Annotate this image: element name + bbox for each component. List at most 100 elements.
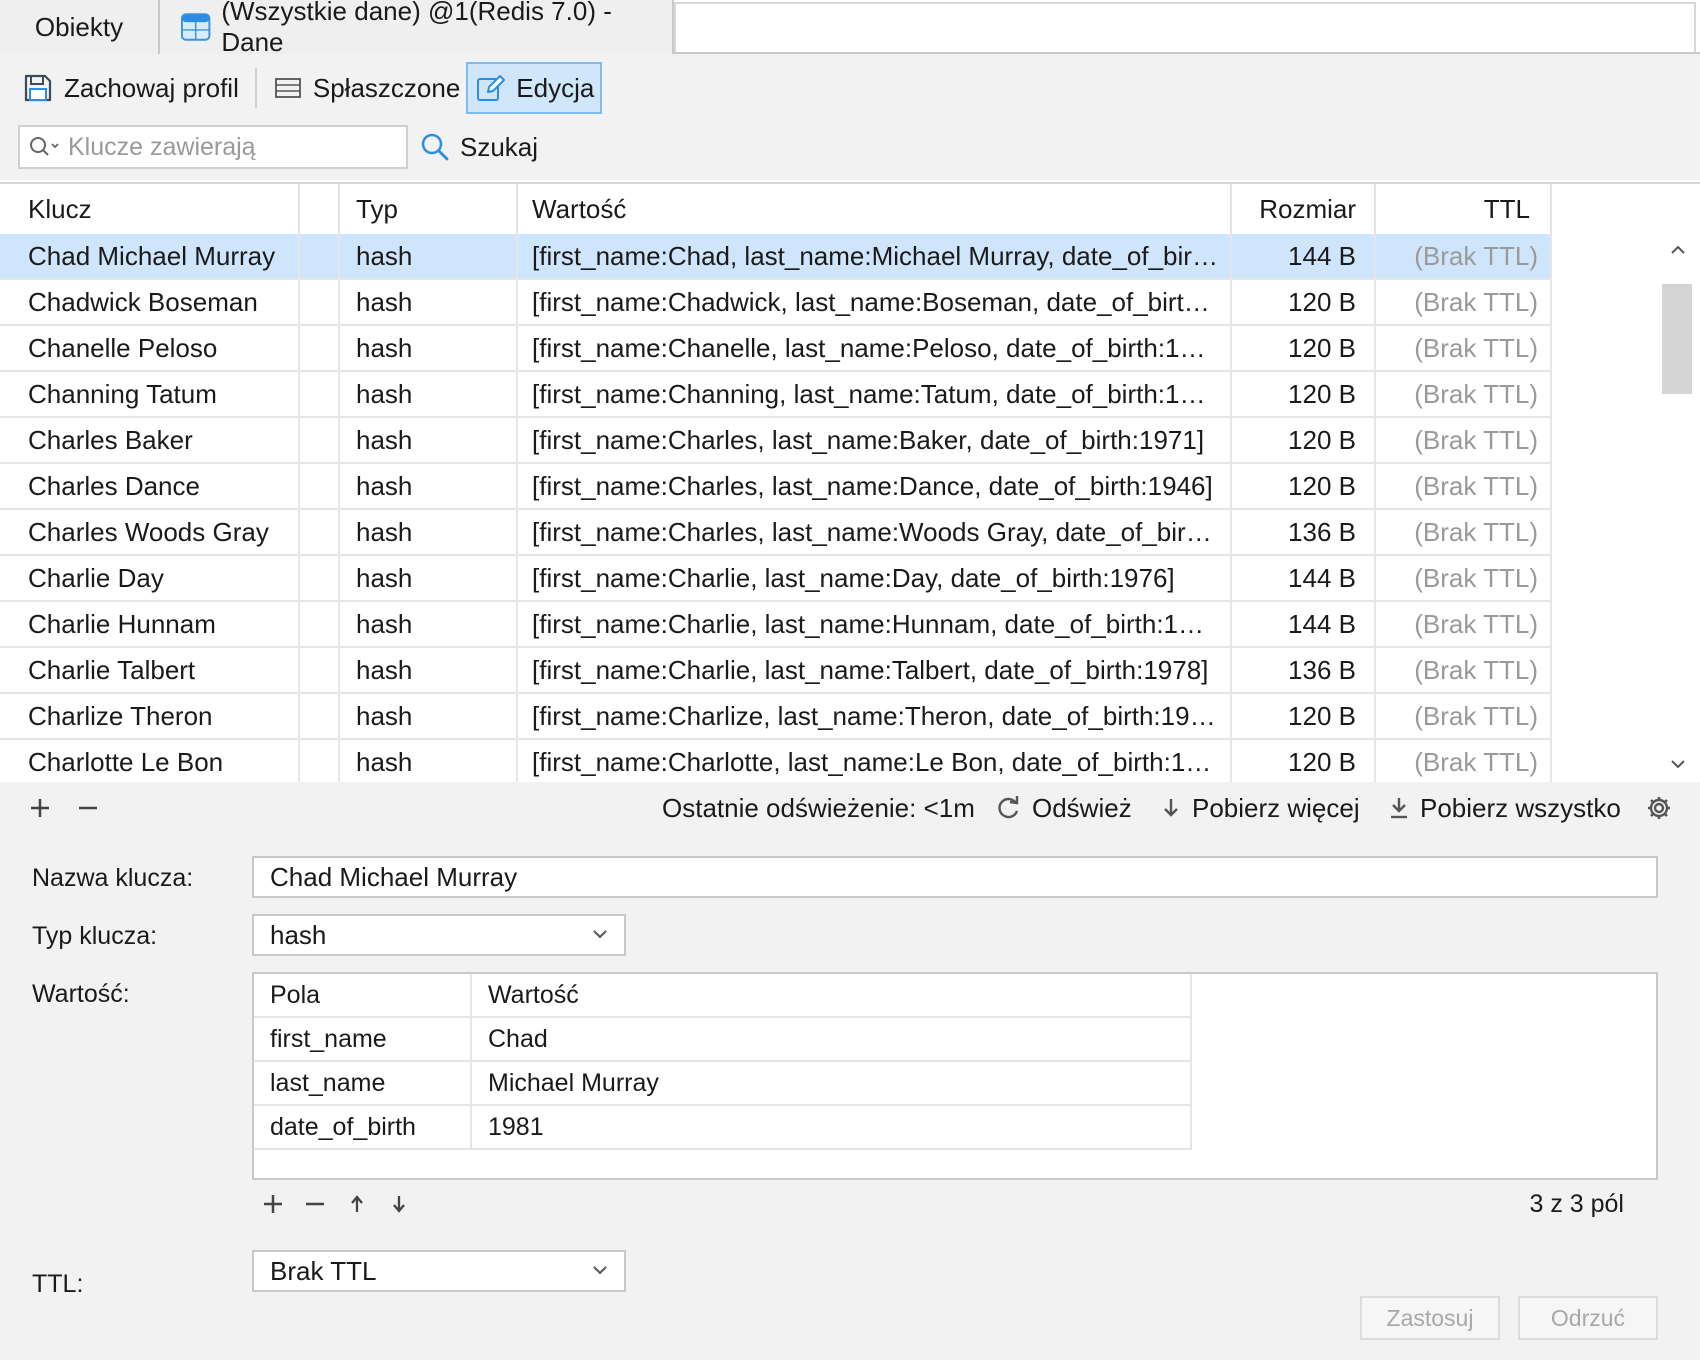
row-key-cell[interactable]: Channing Tatum	[0, 372, 300, 416]
row-ttl-cell[interactable]: (Brak TTL)	[1376, 602, 1552, 646]
row-value-cell[interactable]: [first_name:Chadwick, last_name:Boseman,…	[518, 280, 1232, 324]
row-size-cell[interactable]: 120 B	[1232, 280, 1376, 324]
row-type-cell[interactable]: hash	[340, 372, 518, 416]
table-row[interactable]: Charlize Theron hash [first_name:Charlize,…	[0, 694, 1552, 740]
column-header-ttl[interactable]: TTL	[1376, 184, 1552, 234]
row-value-cell[interactable]: [first_name:Charles, last_name:Dance, da…	[518, 464, 1232, 508]
tab-data[interactable]: (Wszystkie dane) @1(Redis 7.0) - Dane	[160, 0, 674, 57]
row-size-cell[interactable]: 120 B	[1232, 464, 1376, 508]
move-field-up-button[interactable]	[336, 1186, 378, 1222]
apply-button[interactable]: Zastosuj	[1360, 1296, 1500, 1340]
row-size-cell[interactable]: 144 B	[1232, 556, 1376, 600]
row-key-cell[interactable]: Charles Woods Gray	[0, 510, 300, 554]
hash-field-value[interactable]: Michael Murray	[472, 1062, 1192, 1104]
column-header-value[interactable]: Wartość	[518, 184, 1232, 234]
column-header-key[interactable]: Klucz	[0, 184, 300, 234]
row-ttl-cell[interactable]: (Brak TTL)	[1376, 694, 1552, 738]
search-button[interactable]: Szukaj	[420, 125, 538, 169]
row-value-cell[interactable]: [first_name:Charlize, last_name:Theron, …	[518, 694, 1232, 738]
hash-field-name[interactable]: first_name	[254, 1018, 472, 1060]
key-name-field[interactable]: Chad Michael Murray	[252, 856, 1658, 898]
edit-mode-button[interactable]: Edycja	[466, 62, 603, 114]
row-size-cell[interactable]: 120 B	[1232, 326, 1376, 370]
row-ttl-cell[interactable]: (Brak TTL)	[1376, 326, 1552, 370]
settings-button[interactable]	[1646, 782, 1672, 834]
row-ttl-cell[interactable]: (Brak TTL)	[1376, 556, 1552, 600]
row-type-cell[interactable]: hash	[340, 418, 518, 462]
table-row[interactable]: Charles Woods Gray hash [first_name:Charle…	[0, 510, 1552, 556]
row-type-cell[interactable]: hash	[340, 556, 518, 600]
row-size-cell[interactable]: 136 B	[1232, 648, 1376, 692]
hash-field-value[interactable]: Chad	[472, 1018, 1192, 1060]
scrollbar-thumb[interactable]	[1662, 284, 1692, 394]
key-type-select[interactable]: hash	[252, 914, 626, 956]
row-value-cell[interactable]: [first_name:Charlie, last_name:Talbert, …	[518, 648, 1232, 692]
row-ttl-cell[interactable]: (Brak TTL)	[1376, 234, 1552, 278]
row-size-cell[interactable]: 144 B	[1232, 234, 1376, 278]
row-key-cell[interactable]: Charlize Theron	[0, 694, 300, 738]
table-row[interactable]: Channing Tatum hash [first_name:Channing, …	[0, 372, 1552, 418]
move-field-down-button[interactable]	[378, 1186, 420, 1222]
scroll-down-icon[interactable]	[1666, 754, 1690, 778]
hash-field-row[interactable]: last_name Michael Murray	[254, 1062, 1192, 1106]
fetch-more-button[interactable]: Pobierz więcej	[1160, 782, 1360, 834]
row-value-cell[interactable]: [first_name:Charlie, last_name:Day, date…	[518, 556, 1232, 600]
row-type-cell[interactable]: hash	[340, 648, 518, 692]
row-ttl-cell[interactable]: (Brak TTL)	[1376, 464, 1552, 508]
table-row[interactable]: Charles Dance hash [first_name:Charles, la…	[0, 464, 1552, 510]
vertical-scrollbar[interactable]	[1662, 234, 1694, 784]
flattened-view-button[interactable]: Spłaszczone	[267, 62, 466, 114]
refresh-button[interactable]: Odśwież	[996, 782, 1132, 834]
row-ttl-cell[interactable]: (Brak TTL)	[1376, 648, 1552, 692]
row-key-cell[interactable]: Charles Dance	[0, 464, 300, 508]
fetch-all-button[interactable]: Pobierz wszystko	[1388, 782, 1621, 834]
row-type-cell[interactable]: hash	[340, 326, 518, 370]
hash-field-value[interactable]: 1981	[472, 1106, 1192, 1148]
table-row[interactable]: Charlie Day hash [first_name:Charlie, last…	[0, 556, 1552, 602]
search-input[interactable]	[68, 132, 388, 162]
column-header-type[interactable]: Typ	[340, 184, 518, 234]
table-row[interactable]: Charles Baker hash [first_name:Charles, la…	[0, 418, 1552, 464]
table-row[interactable]: Charlie Talbert hash [first_name:Charlie, …	[0, 648, 1552, 694]
table-row[interactable]: Charlotte Le Bon hash [first_name:Charlott…	[0, 740, 1552, 784]
row-size-cell[interactable]: 120 B	[1232, 372, 1376, 416]
row-value-cell[interactable]: [first_name:Chanelle, last_name:Peloso, …	[518, 326, 1232, 370]
hash-field-row[interactable]: first_name Chad	[254, 1018, 1192, 1062]
hash-field-row[interactable]: date_of_birth 1981	[254, 1106, 1192, 1150]
table-row[interactable]: Charlie Hunnam hash [first_name:Charlie, l…	[0, 602, 1552, 648]
column-header-size[interactable]: Rozmiar	[1232, 184, 1376, 234]
hash-header-field[interactable]: Pola	[254, 974, 472, 1016]
row-value-cell[interactable]: [first_name:Channing, last_name:Tatum, d…	[518, 372, 1232, 416]
remove-field-button[interactable]	[294, 1186, 336, 1222]
row-key-cell[interactable]: Charlie Hunnam	[0, 602, 300, 646]
row-type-cell[interactable]: hash	[340, 694, 518, 738]
row-ttl-cell[interactable]: (Brak TTL)	[1376, 740, 1552, 784]
row-key-cell[interactable]: Chanelle Peloso	[0, 326, 300, 370]
hash-header-value[interactable]: Wartość	[472, 974, 1192, 1016]
row-key-cell[interactable]: Charlie Talbert	[0, 648, 300, 692]
row-ttl-cell[interactable]: (Brak TTL)	[1376, 418, 1552, 462]
hash-field-name[interactable]: date_of_birth	[254, 1106, 472, 1148]
row-value-cell[interactable]: [first_name:Charlotte, last_name:Le Bon,…	[518, 740, 1232, 784]
row-type-cell[interactable]: hash	[340, 234, 518, 278]
row-value-cell[interactable]: [first_name:Charlie, last_name:Hunnam, d…	[518, 602, 1232, 646]
row-ttl-cell[interactable]: (Brak TTL)	[1376, 372, 1552, 416]
search-field[interactable]	[18, 125, 408, 169]
tab-objects[interactable]: Obiekty	[0, 0, 160, 54]
row-type-cell[interactable]: hash	[340, 510, 518, 554]
row-key-cell[interactable]: Charlie Day	[0, 556, 300, 600]
table-row[interactable]: Chad Michael Murray hash [first_name:Chad,…	[0, 234, 1552, 280]
row-value-cell[interactable]: [first_name:Charles, last_name:Woods Gra…	[518, 510, 1232, 554]
row-key-cell[interactable]: Chad Michael Murray	[0, 234, 300, 278]
row-value-cell[interactable]: [first_name:Chad, last_name:Michael Murr…	[518, 234, 1232, 278]
add-field-button[interactable]	[252, 1186, 294, 1222]
remove-key-button[interactable]	[76, 782, 100, 834]
add-key-button[interactable]	[28, 782, 52, 834]
row-key-cell[interactable]: Charles Baker	[0, 418, 300, 462]
row-ttl-cell[interactable]: (Brak TTL)	[1376, 510, 1552, 554]
row-ttl-cell[interactable]: (Brak TTL)	[1376, 280, 1552, 324]
row-size-cell[interactable]: 120 B	[1232, 418, 1376, 462]
row-type-cell[interactable]: hash	[340, 602, 518, 646]
save-profile-button[interactable]: Zachowaj profil	[16, 62, 245, 114]
row-value-cell[interactable]: [first_name:Charles, last_name:Baker, da…	[518, 418, 1232, 462]
